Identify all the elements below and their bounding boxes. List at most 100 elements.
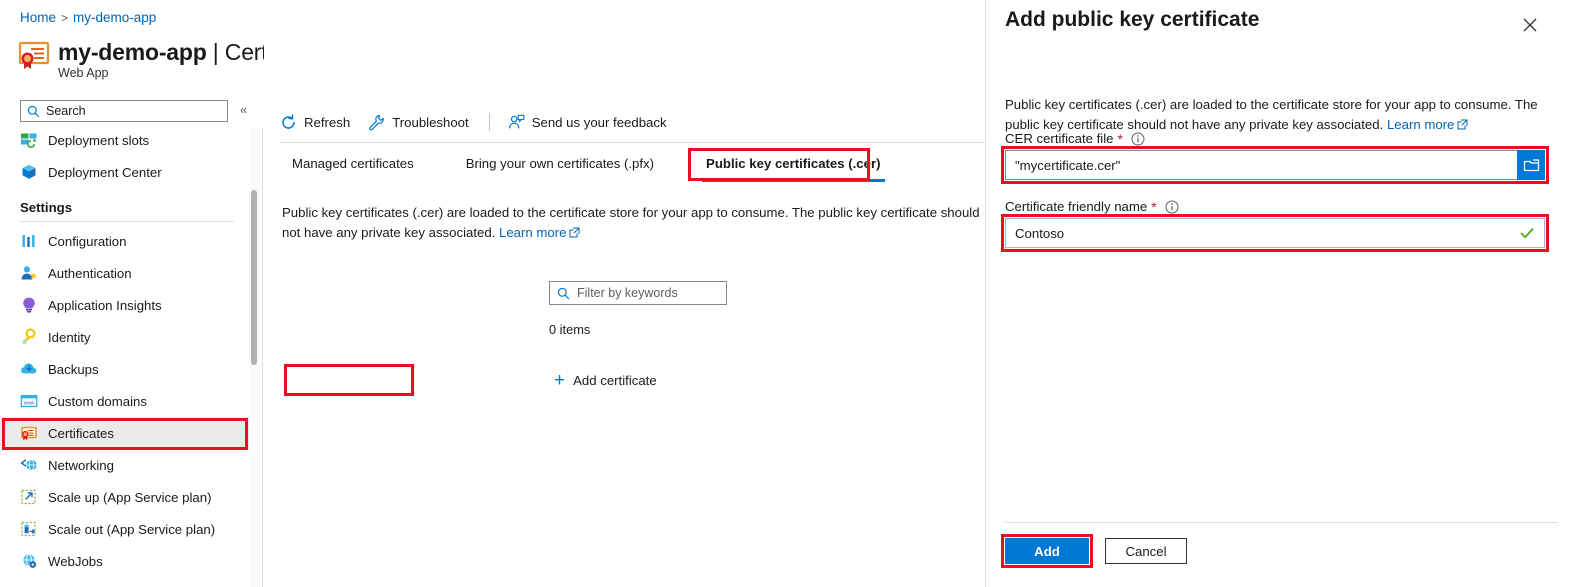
sidebar-item-networking[interactable]: Networking	[0, 449, 250, 481]
folder-browse-icon[interactable]	[1517, 150, 1545, 180]
tab-public-key-certificates[interactable]: Public key certificates (.cer)	[694, 144, 892, 182]
checkmark-icon	[1519, 225, 1535, 241]
filter-input[interactable]: Filter by keywords	[549, 281, 727, 305]
add-certificate-label: Add certificate	[573, 372, 657, 388]
main-content: Refresh Troubleshoot Send us your feedba…	[264, 0, 1252, 587]
breadcrumb: Home > my-demo-app	[20, 10, 156, 25]
add-button[interactable]: Add	[1005, 538, 1089, 564]
authentication-icon	[20, 264, 38, 282]
sidebar-item-scale-up[interactable]: Scale up (App Service plan)	[0, 481, 250, 513]
cer-file-field: "mycertificate.cer"	[1005, 150, 1545, 180]
panel-footer-divider	[1005, 522, 1558, 523]
page-title: my-demo-app | Certificates	[58, 38, 264, 66]
sidebar-item-scale-out[interactable]: Scale out (App Service plan)	[0, 513, 250, 545]
sidebar-item-label: Backups	[48, 361, 99, 377]
search-input[interactable]: Search	[20, 100, 228, 122]
custom-domains-icon: www	[20, 392, 38, 410]
refresh-icon	[280, 113, 297, 131]
filter-placeholder: Filter by keywords	[577, 286, 678, 300]
page-title-separator: |	[212, 39, 219, 65]
tab-label: Public key certificates (.cer)	[706, 155, 881, 171]
command-bar: Refresh Troubleshoot Send us your feedba…	[280, 108, 685, 136]
sidebar-item-label: Application Insights	[48, 297, 162, 313]
tab-label: Managed certificates	[292, 155, 414, 171]
application-insights-icon	[20, 296, 38, 314]
backups-cloud-icon	[20, 360, 38, 378]
cer-file-label-row: CER certificate file *	[1005, 131, 1145, 146]
identity-key-icon	[20, 328, 38, 346]
friendly-name-label: Certificate friendly name	[1005, 199, 1148, 214]
sidebar-item-label: Deployment slots	[48, 132, 150, 148]
tab-label: Bring your own certificates (.pfx)	[465, 155, 655, 171]
external-link-icon	[569, 227, 580, 238]
required-marker: *	[1151, 198, 1157, 215]
sidebar-item-label: Scale up (App Service plan)	[48, 489, 212, 505]
feedback-label: Send us your feedback	[531, 114, 667, 130]
sidebar-section-settings: Settings	[20, 200, 73, 215]
send-feedback-button[interactable]: Send us your feedback	[508, 114, 667, 131]
troubleshoot-label: Troubleshoot	[392, 114, 469, 130]
sidebar-item-identity[interactable]: Identity	[0, 321, 250, 353]
tabbar-divider	[280, 142, 985, 143]
sidebar-item-backups[interactable]: Backups	[0, 353, 250, 385]
add-public-key-certificate-panel: Add public key certificate Public key ce…	[985, 0, 1572, 587]
panel-title: Add public key certificate	[1005, 8, 1260, 31]
friendly-name-input[interactable]: Contoso	[1005, 218, 1545, 248]
sidebar-item-application-insights[interactable]: Application Insights	[0, 289, 250, 321]
friendly-name-value: Contoso	[1015, 225, 1065, 241]
tab-bring-your-own-certificates[interactable]: Bring your own certificates (.pfx)	[454, 144, 666, 182]
sidebar-item-label: Authentication	[48, 265, 132, 281]
page-title-resource: my-demo-app	[58, 39, 207, 65]
breadcrumb-current[interactable]: my-demo-app	[73, 10, 156, 25]
double-chevron-left-icon[interactable]: «	[240, 102, 247, 117]
sidebar-item-custom-domains[interactable]: www Custom domains	[0, 385, 250, 417]
panel-learn-more-link[interactable]: Learn more	[1387, 117, 1454, 132]
sidebar-divider	[20, 221, 234, 222]
plus-icon: +	[554, 369, 566, 391]
cer-file-input[interactable]: "mycertificate.cer"	[1005, 150, 1517, 180]
sidebar-item-deployment-slots[interactable]: Deployment slots	[0, 124, 250, 156]
main-description: Public key certificates (.cer) are loade…	[282, 203, 982, 243]
sidebar-item-label: Scale out (App Service plan)	[48, 521, 216, 537]
search-icon	[27, 105, 40, 118]
sidebar-nav-list: Deployment slots Deployment Center Setti…	[0, 124, 250, 577]
certificates-icon	[20, 424, 38, 442]
sidebar-item-label: Certificates	[48, 425, 114, 441]
add-certificate-button[interactable]: + Add certificate	[554, 368, 657, 392]
breadcrumb-home[interactable]: Home	[20, 10, 56, 25]
deployment-slots-icon	[20, 131, 38, 149]
info-icon[interactable]	[1165, 200, 1179, 214]
scale-up-icon	[20, 488, 38, 506]
page-subtitle: Web App	[58, 66, 109, 80]
networking-icon	[20, 456, 38, 474]
close-icon[interactable]	[1518, 13, 1542, 37]
wrench-icon	[368, 114, 385, 131]
sidebar-item-deployment-center[interactable]: Deployment Center	[0, 156, 250, 188]
configuration-icon	[20, 232, 38, 250]
sidebar-item-webjobs[interactable]: WebJobs	[0, 545, 250, 577]
learn-more-link[interactable]: Learn more	[499, 225, 566, 240]
search-placeholder: Search	[46, 104, 86, 118]
refresh-label: Refresh	[304, 114, 351, 130]
sidebar-item-certificates[interactable]: Certificates	[0, 417, 250, 449]
page-title-row: my-demo-app | Certificates	[18, 38, 264, 71]
sidebar-item-authentication[interactable]: Authentication	[0, 257, 250, 289]
search-icon	[557, 287, 570, 300]
items-count: 0 items	[549, 322, 591, 337]
troubleshoot-button[interactable]: Troubleshoot	[368, 114, 469, 131]
external-link-icon	[1457, 119, 1468, 130]
certificate-icon	[18, 41, 52, 71]
refresh-button[interactable]: Refresh	[280, 113, 351, 131]
highlight-add-certificate	[284, 364, 414, 396]
left-sidebar: Home > my-demo-app my-demo-app | Certifica…	[0, 0, 264, 587]
sidebar-item-label: Identity	[48, 329, 91, 345]
sidebar-scrollbar-thumb[interactable]	[251, 190, 257, 365]
main-description-text: Public key certificates (.cer) are loade…	[282, 205, 980, 240]
sidebar-item-label: Configuration	[48, 233, 127, 249]
deployment-center-icon	[20, 163, 38, 181]
info-icon[interactable]	[1131, 132, 1145, 146]
tab-managed-certificates[interactable]: Managed certificates	[280, 144, 426, 182]
sidebar-item-configuration[interactable]: Configuration	[0, 225, 250, 257]
page-title-section: Certificates	[224, 39, 264, 65]
cancel-button[interactable]: Cancel	[1105, 538, 1187, 564]
